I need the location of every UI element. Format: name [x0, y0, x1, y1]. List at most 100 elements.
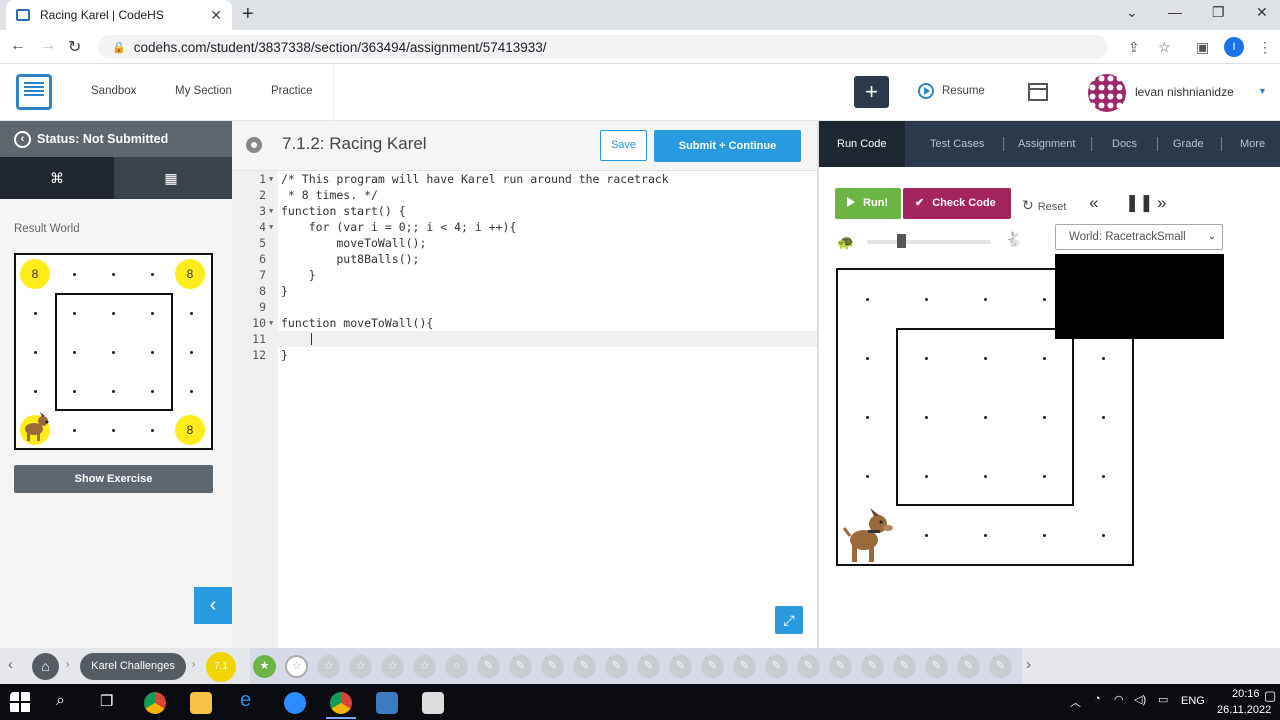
- progress-item-icon[interactable]: ✎: [701, 655, 724, 678]
- chevron-right-icon[interactable]: ›: [1026, 656, 1031, 673]
- fold-arrow-icon[interactable]: ▼: [269, 171, 273, 187]
- codehs-logo-icon[interactable]: [16, 74, 52, 110]
- layout-icon[interactable]: [1028, 83, 1048, 101]
- network-icon[interactable]: ◔: [1094, 693, 1101, 705]
- zoom-icon[interactable]: [284, 692, 306, 714]
- code-line[interactable]: 12}: [232, 347, 817, 363]
- code-line[interactable]: 10 ▼ function moveToWall(){: [232, 315, 817, 331]
- reset-button[interactable]: ↻ Reset: [1022, 197, 1066, 214]
- chrome-icon[interactable]: [144, 692, 166, 714]
- code-line[interactable]: 1 ▼ /* This program will have Karel run ar…: [232, 171, 817, 187]
- code-line[interactable]: 6 put8Balls();: [232, 251, 817, 267]
- tab-grade[interactable]: Grade: [1173, 121, 1204, 167]
- nav-my-section[interactable]: My Section: [175, 85, 232, 97]
- forward-icon[interactable]: →: [40, 37, 56, 55]
- language-indicator[interactable]: ENG: [1181, 695, 1205, 707]
- app-icon[interactable]: [422, 692, 444, 714]
- collapse-panel-button[interactable]: ‹: [194, 587, 232, 624]
- gear-icon[interactable]: [246, 137, 262, 153]
- progress-item-icon[interactable]: ✎: [477, 655, 500, 678]
- code-line[interactable]: 9: [232, 299, 817, 315]
- nav-sandbox[interactable]: Sandbox: [91, 85, 136, 97]
- code-line[interactable]: 3 ▼ function start() {: [232, 203, 817, 219]
- chevron-left-icon[interactable]: ‹: [8, 656, 13, 673]
- status-bar[interactable]: ‹ Status: Not Submitted: [0, 121, 232, 157]
- code-editor[interactable]: 1 ▼/* This program will have Karel run ar…: [232, 171, 817, 648]
- progress-item-icon[interactable]: ✎: [989, 655, 1012, 678]
- file-explorer-icon[interactable]: [190, 692, 212, 714]
- code-line[interactable]: 11: [232, 331, 817, 347]
- show-exercise-button[interactable]: Show Exercise: [14, 465, 213, 493]
- tab-search-icon[interactable]: ⌄: [1126, 4, 1138, 21]
- progress-item-icon[interactable]: ☆: [349, 655, 372, 678]
- task-view-icon[interactable]: ❐: [100, 692, 113, 710]
- calendar-tab[interactable]: ▦: [114, 157, 228, 199]
- tab-docs[interactable]: Docs: [1112, 121, 1137, 167]
- progress-item-icon[interactable]: ✎: [637, 655, 660, 678]
- map-tab[interactable]: ⌘: [0, 157, 114, 199]
- fold-arrow-icon[interactable]: ▼: [269, 203, 273, 219]
- fold-arrow-icon[interactable]: ▼: [269, 315, 273, 331]
- save-button[interactable]: Save: [600, 130, 647, 161]
- progress-item-icon[interactable]: ✎: [605, 655, 628, 678]
- expand-editor-button[interactable]: ⤢: [775, 606, 803, 634]
- url-field[interactable]: 🔒 codehs.com/student/3837338/section/363…: [98, 35, 1108, 59]
- code-line[interactable]: 4 ▼ for (var i = 0;; i < 4; i ++){: [232, 219, 817, 235]
- edge-icon[interactable]: e: [240, 689, 251, 712]
- pause-icon[interactable]: ❚❚: [1125, 193, 1154, 213]
- browser-tab[interactable]: Racing Karel | CodeHS ✕: [6, 0, 232, 30]
- user-name[interactable]: levan nishnianidze: [1135, 85, 1234, 99]
- unit-badge[interactable]: 7.1: [206, 652, 236, 682]
- code-line[interactable]: 5 moveToWall();: [232, 235, 817, 251]
- tab-test-cases[interactable]: Test Cases: [930, 121, 984, 167]
- close-tab-icon[interactable]: ✕: [210, 7, 222, 24]
- back-icon[interactable]: ←: [10, 37, 26, 55]
- progress-item-icon[interactable]: ✎: [797, 655, 820, 678]
- progress-item-icon[interactable]: ✎: [669, 655, 692, 678]
- progress-item-icon[interactable]: ✎: [765, 655, 788, 678]
- code-line[interactable]: 2 * 8 times. */: [232, 187, 817, 203]
- volume-icon[interactable]: ◁): [1134, 693, 1146, 706]
- progress-item-icon[interactable]: ✎: [861, 655, 884, 678]
- tab-more[interactable]: More: [1240, 121, 1265, 167]
- progress-item-icon[interactable]: ☆: [317, 655, 340, 678]
- clock-date[interactable]: 26.11.2022: [1217, 704, 1271, 716]
- nav-practice[interactable]: Practice: [271, 85, 313, 97]
- user-avatar[interactable]: [1088, 74, 1126, 112]
- plus-icon[interactable]: +: [854, 76, 889, 108]
- browser-menu-icon[interactable]: ⋮: [1258, 39, 1272, 56]
- speed-slider[interactable]: [867, 234, 991, 248]
- progress-item-icon[interactable]: ☆: [285, 655, 308, 678]
- windows-start-icon[interactable]: [10, 692, 32, 714]
- fold-arrow-icon[interactable]: ▼: [269, 219, 273, 235]
- check-code-button[interactable]: ✔ Check Code: [903, 188, 1011, 219]
- progress-item-icon[interactable]: ✎: [925, 655, 948, 678]
- breadcrumb-karel-challenges[interactable]: Karel Challenges: [80, 653, 186, 680]
- progress-item-icon[interactable]: ★: [253, 655, 276, 678]
- notification-icon[interactable]: ▢: [1264, 688, 1276, 704]
- speed-slider-thumb[interactable]: [897, 234, 906, 248]
- wifi-icon[interactable]: ◠: [1114, 693, 1124, 706]
- resume-button[interactable]: Resume: [918, 83, 985, 99]
- run-button[interactable]: Run!: [835, 188, 901, 219]
- home-icon[interactable]: ⌂: [32, 653, 59, 680]
- progress-item-icon[interactable]: ☆: [413, 655, 436, 678]
- progress-item-icon[interactable]: ✎: [573, 655, 596, 678]
- share-icon[interactable]: ⇪: [1128, 39, 1140, 56]
- restore-icon[interactable]: ❐: [1212, 4, 1225, 21]
- progress-item-icon[interactable]: ✎: [893, 655, 916, 678]
- app-icon[interactable]: [376, 692, 398, 714]
- chrome-active-icon[interactable]: [330, 692, 352, 714]
- submit-continue-button[interactable]: Submit + Continue: [654, 130, 801, 162]
- tab-assignment[interactable]: Assignment: [1018, 121, 1075, 167]
- profile-avatar[interactable]: I: [1224, 37, 1244, 57]
- progress-item-icon[interactable]: ○: [445, 655, 468, 678]
- minimize-icon[interactable]: —: [1168, 4, 1182, 20]
- tab-run-code[interactable]: Run Code: [819, 121, 905, 167]
- progress-item-icon[interactable]: ✎: [541, 655, 564, 678]
- progress-item-icon[interactable]: ✎: [733, 655, 756, 678]
- code-line[interactable]: 8}: [232, 283, 817, 299]
- reload-icon[interactable]: ↻: [68, 37, 81, 57]
- clock-time[interactable]: 20:16: [1232, 688, 1260, 700]
- close-window-icon[interactable]: ✕: [1256, 4, 1268, 21]
